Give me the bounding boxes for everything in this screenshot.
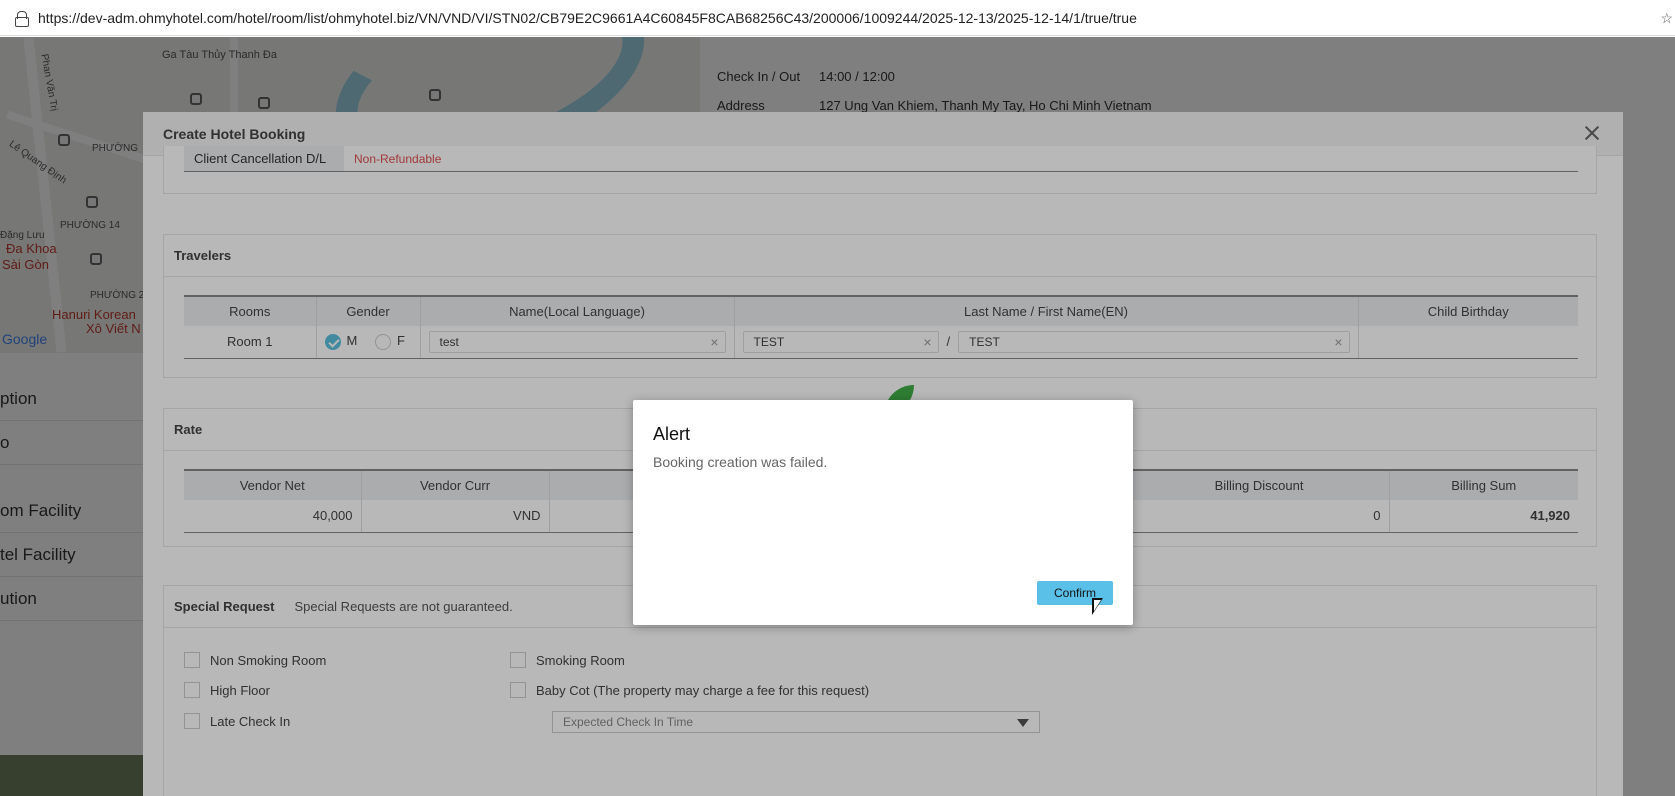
- mouse-cursor-icon: [1092, 598, 1103, 615]
- url-text[interactable]: https://dev-adm.ohmyhotel.com/hotel/room…: [38, 10, 1137, 26]
- alert-title: Alert: [653, 424, 691, 444]
- lock-icon: [14, 10, 29, 27]
- browser-address-bar[interactable]: https://dev-adm.ohmyhotel.com/hotel/room…: [0, 0, 1675, 36]
- alert-dialog: Alert Booking creation was failed. Confi…: [633, 400, 1133, 625]
- alert-message: Booking creation was failed.: [653, 454, 828, 470]
- bookmark-star-icon[interactable]: ☆: [1660, 10, 1673, 27]
